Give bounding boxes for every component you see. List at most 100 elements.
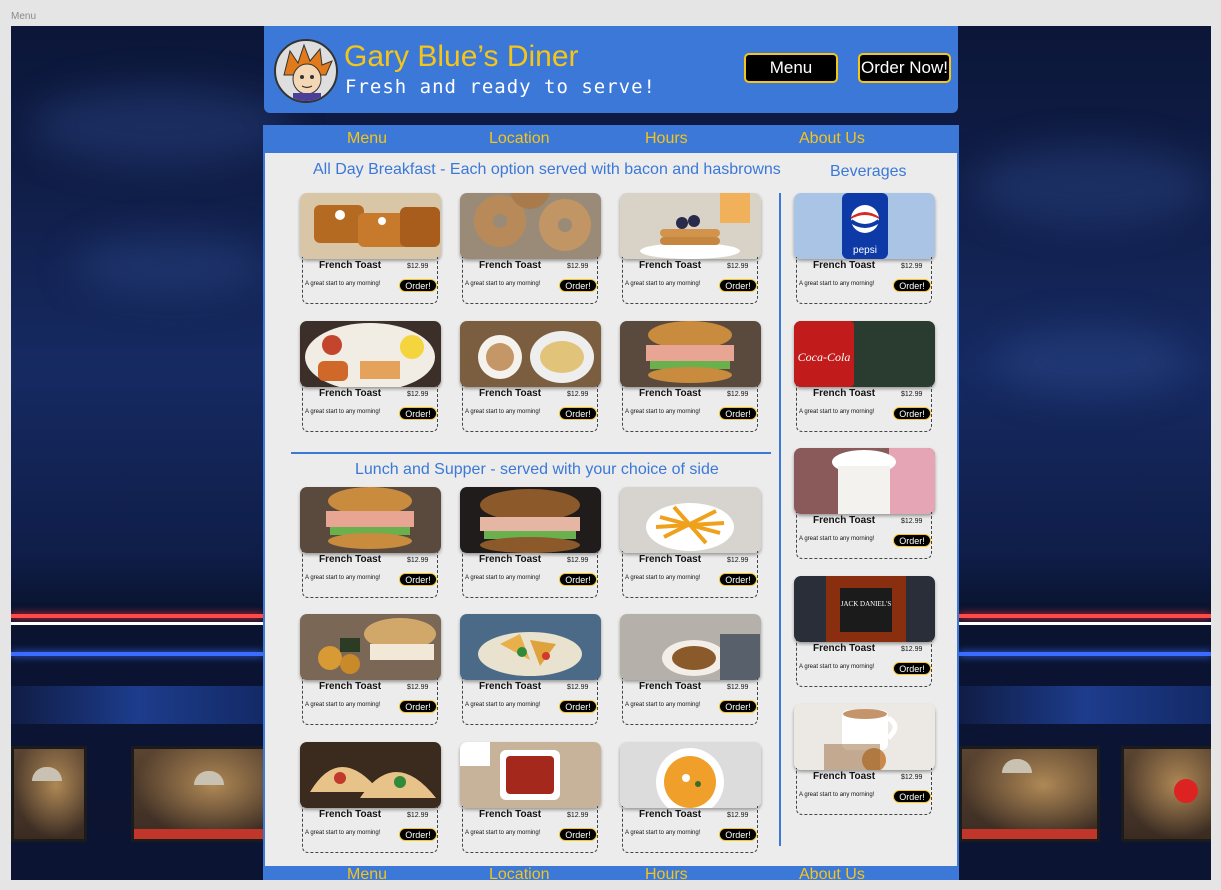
order-button[interactable]: Order! (893, 662, 931, 675)
item-description: A great start to any morning! (799, 281, 875, 287)
order-button[interactable]: Order! (399, 828, 437, 841)
order-button[interactable]: Order! (893, 407, 931, 420)
item-price: $12.99 (901, 774, 923, 781)
item-price: $12.99 (727, 263, 749, 270)
item-name: French Toast (639, 260, 702, 271)
nachos-photo (460, 614, 601, 680)
item-description: A great start to any morning! (305, 830, 381, 836)
item-name: French Toast (319, 681, 382, 692)
item-price: $12.99 (567, 263, 589, 270)
order-button[interactable]: Order! (399, 279, 437, 292)
beverages-section-title: Beverages (830, 163, 907, 180)
beverage-menu-card: Coca-Cola French Toast $12.99 A great start… (794, 321, 936, 435)
item-name: French Toast (479, 388, 542, 399)
menu-card-details: French Toast $12.99 A great start to any m… (302, 806, 438, 853)
order-button[interactable]: Order! (399, 573, 437, 586)
order-button[interactable]: Order! (893, 534, 931, 547)
item-price: $12.99 (901, 646, 923, 653)
site-header: Gary Blue’s Diner Fresh and ready to ser… (264, 26, 958, 113)
order-button[interactable]: Order! (399, 407, 437, 420)
item-description: A great start to any morning! (625, 575, 701, 581)
menu-card-details: French Toast $12.99 A great start to any m… (796, 640, 932, 687)
chicken-sandwich-photo (300, 614, 441, 680)
lunch-menu-card: French Toast $12.99 A great start to any m… (460, 487, 602, 601)
item-price: $12.99 (407, 391, 429, 398)
breakfast-menu-card: French Toast $12.99 A great start to any m… (620, 193, 762, 307)
frame-label: Menu (11, 11, 37, 22)
whiskey-bottle-photo: JACK DANIEL'S (794, 576, 935, 642)
menu-card-details: French Toast $12.99 A great start to any m… (622, 385, 758, 432)
item-description: A great start to any morning! (625, 281, 701, 287)
item-name: French Toast (479, 809, 542, 820)
pancakes-photo (620, 193, 761, 259)
order-button[interactable]: Order! (559, 407, 597, 420)
item-description: A great start to any morning! (465, 281, 541, 287)
item-name: French Toast (813, 260, 876, 271)
item-name: French Toast (479, 554, 542, 565)
item-description: A great start to any morning! (465, 702, 541, 708)
nav-link-hours[interactable]: Hours (645, 130, 688, 148)
section-divider (291, 452, 771, 454)
lunch-menu-card: French Toast $12.99 A great start to any m… (460, 614, 602, 728)
menu-card-details: French Toast $12.99 A great start to any m… (796, 257, 932, 304)
order-button[interactable]: Order! (719, 700, 757, 713)
item-description: A great start to any morning! (465, 575, 541, 581)
order-button[interactable]: Order! (893, 790, 931, 803)
beverage-menu-card: French Toast $12.99 A great start to any m… (794, 704, 936, 818)
footer-link-hours[interactable]: Hours (645, 866, 688, 880)
item-description: A great start to any morning! (305, 409, 381, 415)
order-button[interactable]: Order! (559, 279, 597, 292)
breakfast-menu-card: French Toast $12.99 A great start to any m… (460, 321, 602, 435)
french-toast-photo (300, 193, 441, 259)
item-price: $12.99 (901, 263, 923, 270)
footer-link-menu[interactable]: Menu (347, 866, 387, 880)
item-price: $12.99 (901, 518, 923, 525)
beverage-menu-card: French Toast $12.99 A great start to any m… (794, 448, 936, 562)
menu-card-details: French Toast $12.99 A great start to any m… (796, 512, 932, 559)
nav-link-about-us[interactable]: About Us (799, 130, 865, 148)
item-name: French Toast (639, 809, 702, 820)
item-name: French Toast (639, 681, 702, 692)
menu-card-details: French Toast $12.99 A great start to any m… (302, 678, 438, 725)
mascot-avatar (274, 39, 338, 103)
order-button[interactable]: Order! (893, 279, 931, 292)
item-price: $12.99 (727, 391, 749, 398)
item-description: A great start to any morning! (625, 830, 701, 836)
svg-text:pepsi: pepsi (853, 245, 877, 256)
footer-link-location[interactable]: Location (489, 866, 550, 880)
order-button[interactable]: Order! (719, 407, 757, 420)
order-button[interactable]: Order! (399, 700, 437, 713)
menu-button[interactable]: Menu (744, 53, 838, 83)
sandwich-photo (460, 487, 601, 553)
footer-link-about-us[interactable]: About Us (799, 866, 865, 880)
lunch-menu-card: French Toast $12.99 A great start to any m… (620, 614, 762, 728)
nav-link-menu[interactable]: Menu (347, 130, 387, 148)
order-button[interactable]: Order! (719, 573, 757, 586)
menu-card-details: French Toast $12.99 A great start to any m… (462, 678, 598, 725)
item-description: A great start to any morning! (305, 281, 381, 287)
order-button[interactable]: Order! (719, 279, 757, 292)
nav-link-location[interactable]: Location (489, 130, 550, 148)
top-nav-bar: Menu Location Hours About Us (263, 125, 959, 153)
lunch-menu-card: French Toast $12.99 A great start to any m… (300, 487, 442, 601)
lunch-menu-card: French Toast $12.99 A great start to any m… (300, 742, 442, 856)
site-title: Gary Blue’s Diner (344, 40, 579, 73)
breakfast-menu-card: French Toast $12.99 A great start to any m… (300, 193, 442, 307)
order-button[interactable]: Order! (719, 828, 757, 841)
menu-card-details: French Toast $12.99 A great start to any m… (462, 257, 598, 304)
menu-card-details: French Toast $12.99 A great start to any m… (462, 806, 598, 853)
item-price: $12.99 (567, 684, 589, 691)
order-button[interactable]: Order! (559, 700, 597, 713)
milkshake-photo (794, 448, 935, 514)
item-name: French Toast (319, 809, 382, 820)
item-price: $12.99 (407, 812, 429, 819)
item-price: $12.99 (567, 391, 589, 398)
order-now-button[interactable]: Order Now! (858, 53, 951, 83)
breakfast-menu-card: French Toast $12.99 A great start to any m… (300, 321, 442, 435)
lunch-menu-card: French Toast $12.99 A great start to any m… (460, 742, 602, 856)
menu-card-details: French Toast $12.99 A great start to any m… (622, 806, 758, 853)
svg-text:Coca-Cola: Coca-Cola (798, 350, 851, 364)
order-button[interactable]: Order! (559, 573, 597, 586)
menu-card-details: French Toast $12.99 A great start to any m… (462, 551, 598, 598)
order-button[interactable]: Order! (559, 828, 597, 841)
